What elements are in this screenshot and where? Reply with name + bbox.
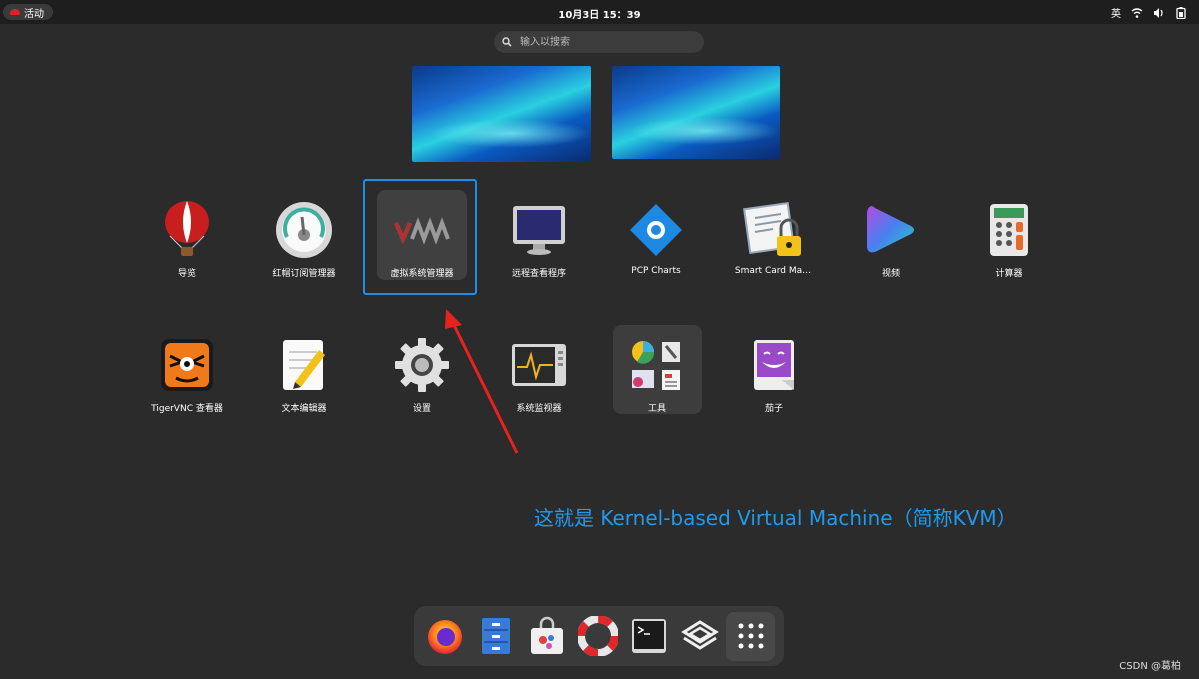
watermark: CSDN @葛柏: [1119, 661, 1181, 672]
app-subscription-manager[interactable]: 红帽订阅管理器: [249, 182, 359, 292]
firefox-icon[interactable]: [420, 612, 469, 661]
app-label: 虚拟系统管理器: [390, 269, 454, 279]
help-icon[interactable]: [573, 612, 622, 661]
app-label: 设置: [412, 404, 431, 414]
app-label: 茄子: [764, 404, 783, 414]
text-editor-icon: [274, 335, 334, 395]
calculator-icon: [979, 200, 1039, 260]
terminal-icon[interactable]: [624, 612, 673, 661]
app-remote-viewer[interactable]: 远程查看程序: [484, 182, 594, 292]
app-label: 文本编辑器: [281, 404, 327, 414]
app-grid-icon[interactable]: [726, 611, 775, 661]
top-bar: 活动 10月3日 15：39 英: [0, 0, 1199, 24]
system-tray[interactable]: 英: [1111, 5, 1187, 20]
app-virt-manager[interactable]: 虚拟系统管理器: [367, 182, 477, 292]
app-calculator[interactable]: 计算器: [954, 182, 1064, 292]
search-icon: [502, 37, 512, 47]
app-video[interactable]: 视频: [836, 182, 946, 292]
clock[interactable]: 10月3日 15：39: [0, 6, 1199, 21]
app-label: PCP Charts: [631, 266, 681, 276]
vmm-icon: [392, 200, 452, 260]
battery-icon[interactable]: [1175, 6, 1187, 19]
app-smart-card-manager[interactable]: Smart Card Ma…: [718, 182, 828, 292]
cheese-icon: [744, 335, 804, 395]
volume-icon[interactable]: [1153, 7, 1165, 19]
certificate-lock-icon: [743, 200, 803, 260]
app-pcp-charts[interactable]: PCP Charts: [601, 182, 711, 292]
dock: [414, 606, 784, 666]
app-label: TigerVNC 查看器: [151, 404, 223, 414]
app-folder-tools[interactable]: 工具: [602, 317, 712, 427]
files-icon[interactable]: [471, 612, 520, 661]
wifi-icon[interactable]: [1131, 7, 1143, 19]
app-tigervnc[interactable]: TigerVNC 查看器: [132, 317, 242, 427]
red-arrow-annotation: [445, 309, 519, 454]
app-label: 视频: [881, 269, 900, 279]
folder-icon: [627, 335, 687, 395]
search-box[interactable]: [494, 31, 704, 53]
workspace-thumbnail-2[interactable]: [612, 66, 780, 159]
video-icon: [861, 200, 921, 260]
gauge-icon: [274, 200, 334, 260]
search-input[interactable]: [518, 35, 692, 49]
app-label: 工具: [647, 404, 666, 414]
app-label: Smart Card Ma…: [734, 266, 812, 276]
input-method-indicator[interactable]: 英: [1111, 5, 1121, 20]
software-icon[interactable]: [522, 612, 571, 661]
app-label: 导览: [177, 269, 196, 279]
app-text-editor[interactable]: 文本编辑器: [249, 317, 359, 427]
app-label: 红帽订阅管理器: [272, 269, 336, 279]
balloon-icon: [157, 200, 217, 260]
app-cheese[interactable]: 茄子: [719, 317, 829, 427]
app-label: 计算器: [995, 269, 1023, 279]
pcp-icon: [626, 200, 686, 260]
monitor-icon: [509, 200, 569, 260]
app-tour[interactable]: 导览: [132, 182, 242, 292]
cockpit-icon[interactable]: [675, 612, 724, 661]
workspace-thumbnail-1[interactable]: [412, 66, 591, 162]
tiger-icon: [157, 335, 217, 395]
annotation-text: 这就是 Kernel-based Virtual Machine（简称KVM）: [534, 506, 1017, 530]
app-label: 远程查看程序: [511, 269, 566, 279]
